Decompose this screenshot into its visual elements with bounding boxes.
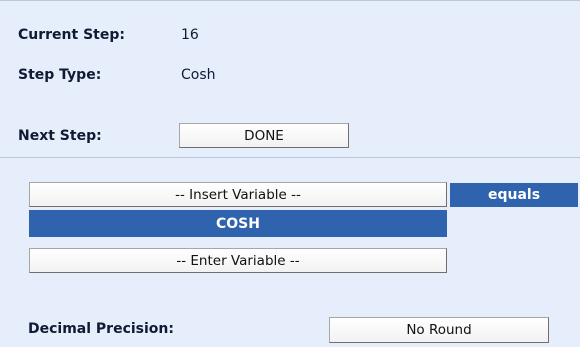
decimal-precision-label: Decimal Precision:: [28, 321, 174, 337]
step-type-label: Step Type:: [18, 67, 102, 83]
enter-variable-button[interactable]: -- Enter Variable --: [29, 248, 447, 273]
step-type-value: Cosh: [181, 67, 216, 83]
next-step-button[interactable]: DONE: [179, 123, 349, 148]
insert-variable-button[interactable]: -- Insert Variable --: [29, 182, 447, 207]
function-cosh-bar[interactable]: COSH: [29, 210, 447, 237]
step-editor-panel: Current Step: 16 Step Type: Cosh Next St…: [0, 0, 580, 347]
current-step-label: Current Step:: [18, 27, 125, 43]
equals-operator[interactable]: equals: [450, 183, 578, 207]
current-step-value: 16: [181, 27, 199, 43]
section-divider: [0, 157, 580, 158]
next-step-label: Next Step:: [18, 128, 102, 144]
decimal-precision-button[interactable]: No Round: [329, 317, 549, 343]
